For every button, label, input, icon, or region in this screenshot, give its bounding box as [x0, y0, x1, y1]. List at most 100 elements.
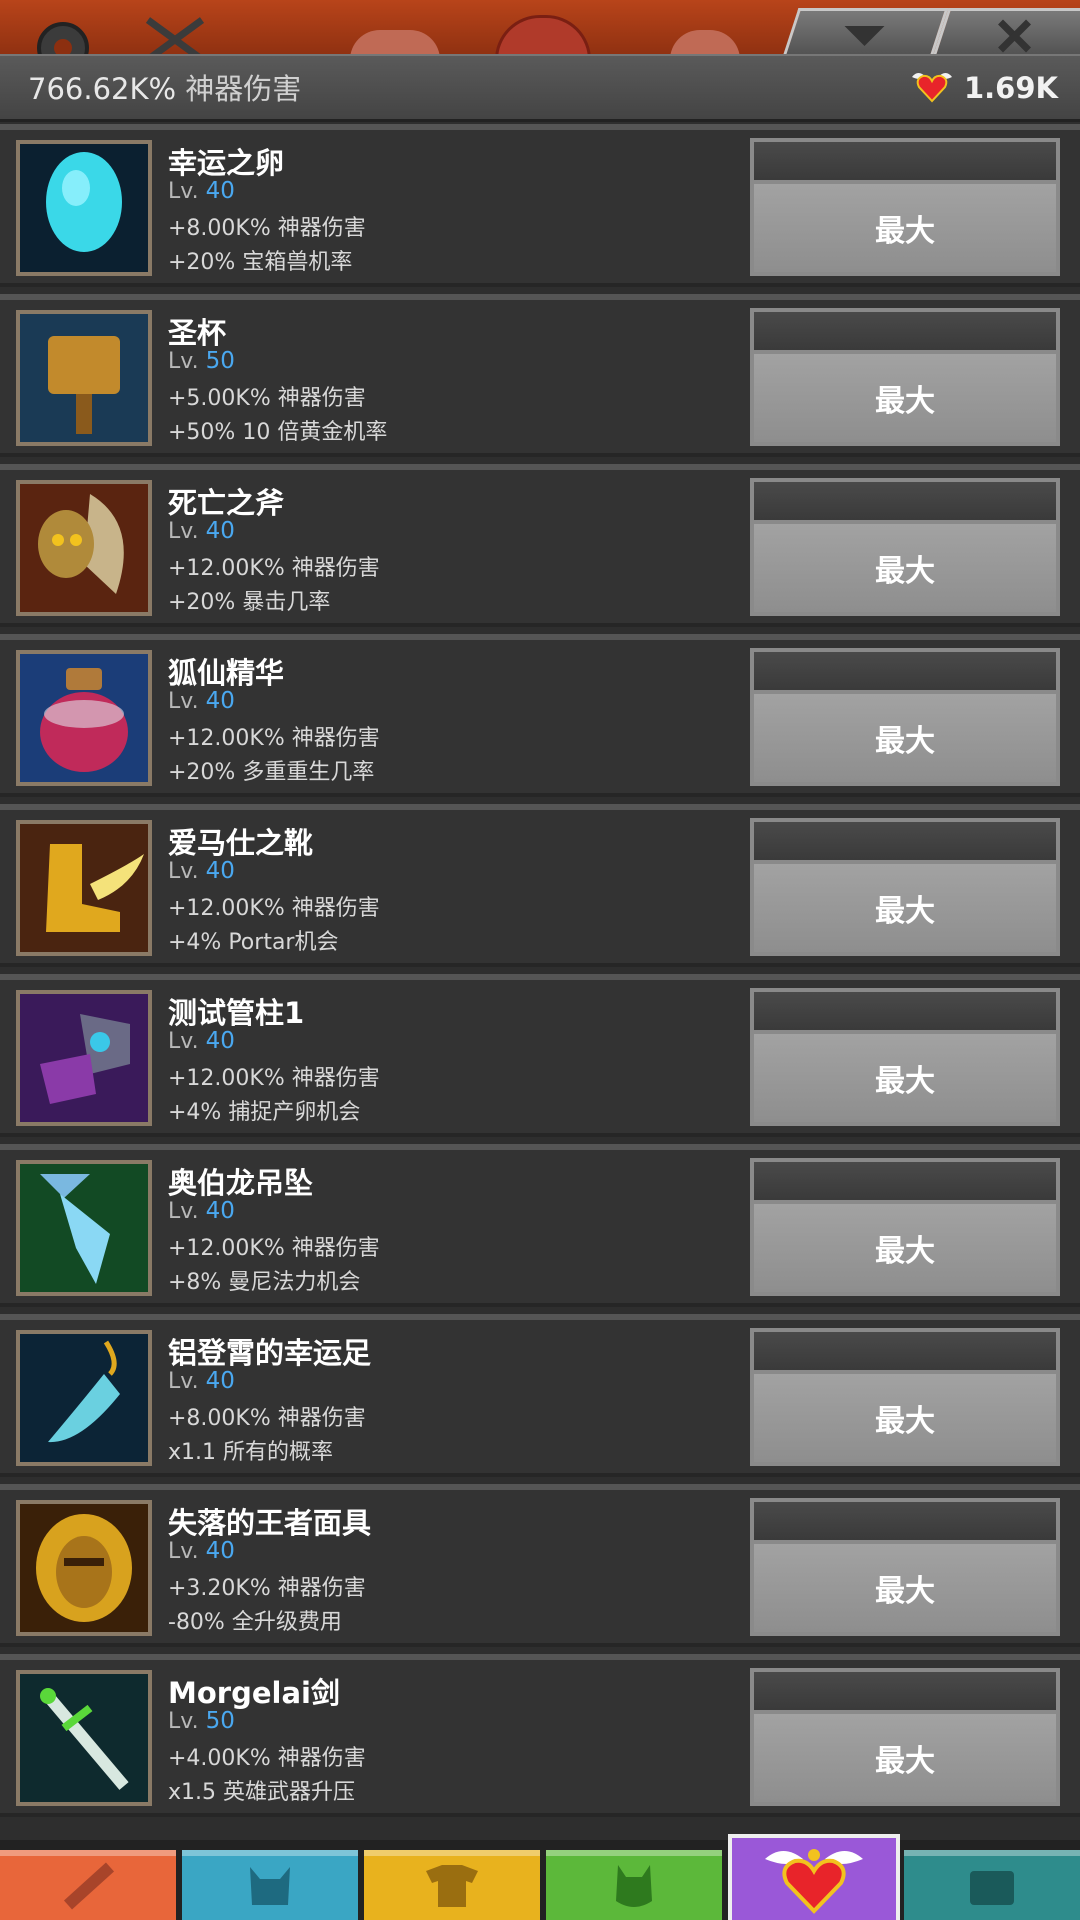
max-level-button[interactable]: 最大 — [750, 138, 1060, 276]
max-level-button[interactable]: 最大 — [750, 1328, 1060, 1466]
artifact-row: 幸运之卵 Lv. 40 +8.00K% 神器伤害 +20% 宝箱兽机率 最大 — [0, 124, 1080, 287]
max-level-button[interactable]: 最大 — [750, 818, 1060, 956]
artifact-bonus-effect: +20% 多重重生几率 — [168, 760, 375, 785]
artifact-name: 爱马仕之靴 — [168, 826, 314, 860]
max-level-button[interactable]: 最大 — [750, 308, 1060, 446]
progress-bar — [754, 1162, 1056, 1204]
progress-bar — [754, 1672, 1056, 1714]
chest-tab-icon — [962, 1861, 1022, 1915]
progress-bar — [754, 142, 1056, 184]
artifact-name: 幸运之卵 — [168, 146, 285, 180]
artifact-bonus-damage: +12.00K% 神器伤害 — [168, 896, 380, 921]
artifact-bonus-damage: +12.00K% 神器伤害 — [168, 1236, 380, 1261]
artifact-bonus-effect: +8% 曼尼法力机会 — [168, 1270, 361, 1295]
artifact-row: 爱马仕之靴 Lv. 40 +12.00K% 神器伤害 +4% Portar机会 … — [0, 804, 1080, 967]
max-label: 最大 — [754, 184, 1056, 272]
total-artifact-damage: 766.62K% 神器伤害 — [28, 66, 301, 108]
artifact-row: 测试管柱1 Lv. 40 +12.00K% 神器伤害 +4% 捕捉产卵机会 最大 — [0, 974, 1080, 1137]
tab-pets[interactable] — [546, 1850, 722, 1920]
artifact-level: Lv. 40 — [168, 688, 235, 714]
crossed-swords-icon[interactable] — [140, 8, 210, 60]
artifact-bonus-effect: x1.5 英雄武器升压 — [168, 1780, 356, 1805]
artifact-bonus-effect: +50% 10 倍黄金机率 — [168, 420, 388, 445]
tab-equipment[interactable] — [364, 1850, 540, 1920]
artifact-name: 死亡之斧 — [168, 486, 285, 520]
artifact-name: 失落的王者面具 — [168, 1506, 372, 1540]
artifact-row: 圣杯 Lv. 50 +5.00K% 神器伤害 +50% 10 倍黄金机率 最大 — [0, 294, 1080, 457]
sword-icon — [16, 1670, 152, 1806]
artifact-bonus-damage: +4.00K% 神器伤害 — [168, 1746, 366, 1771]
max-label: 最大 — [754, 1034, 1056, 1122]
artifacts-screen: 766.62K% 神器伤害 1.69K 幸运之卵 Lv. 40 +8.00K% … — [0, 0, 1080, 1920]
artifact-level: Lv. 40 — [168, 1198, 235, 1224]
max-level-button[interactable]: 最大 — [750, 648, 1060, 786]
artifact-list[interactable]: 幸运之卵 Lv. 40 +8.00K% 神器伤害 +20% 宝箱兽机率 最大 圣… — [0, 124, 1080, 1844]
winged-heart-icon — [910, 67, 954, 109]
artifact-row: 失落的王者面具 Lv. 40 +3.20K% 神器伤害 -80% 全升级费用 最… — [0, 1484, 1080, 1647]
tab-heroes[interactable] — [182, 1850, 358, 1920]
pet-tab-icon — [604, 1861, 664, 1915]
artifact-name: 圣杯 — [168, 316, 227, 350]
tab-shop[interactable] — [904, 1850, 1080, 1920]
max-level-button[interactable]: 最大 — [750, 988, 1060, 1126]
max-level-button[interactable]: 最大 — [750, 478, 1060, 616]
max-level-button[interactable]: 最大 — [750, 1498, 1060, 1636]
artifact-bonus-effect: +4% Portar机会 — [168, 930, 339, 955]
progress-bar — [754, 652, 1056, 694]
artifact-bonus-effect: +20% 宝箱兽机率 — [168, 250, 353, 275]
close-icon — [943, 11, 1080, 60]
currency-value: 1.69K — [963, 71, 1058, 105]
artifact-name: 奥伯龙吊坠 — [168, 1166, 314, 1200]
damage-label: 神器伤害 — [185, 72, 302, 106]
gauntlet-icon — [16, 990, 152, 1126]
artifact-bonus-damage: +12.00K% 神器伤害 — [168, 556, 380, 581]
tab-sword[interactable] — [0, 1850, 176, 1920]
collapse-tab[interactable] — [781, 8, 949, 60]
golden-mask-icon — [16, 1500, 152, 1636]
artifact-bonus-damage: +12.00K% 神器伤害 — [168, 726, 380, 751]
artifact-level: Lv. 40 — [168, 178, 235, 204]
artifact-name: 铝登霄的幸运足 — [168, 1336, 372, 1370]
max-label: 最大 — [754, 524, 1056, 612]
artifact-level: Lv. 40 — [168, 1028, 235, 1054]
egg-icon — [16, 140, 152, 276]
artifact-bonus-damage: +3.20K% 神器伤害 — [168, 1576, 366, 1601]
progress-bar — [754, 1502, 1056, 1544]
gear-icon[interactable] — [28, 8, 98, 60]
artifact-row: 狐仙精华 Lv. 40 +12.00K% 神器伤害 +20% 多重重生几率 最大 — [0, 634, 1080, 797]
potion-icon — [16, 650, 152, 786]
artifact-bonus-effect: -80% 全升级费用 — [168, 1610, 342, 1635]
artifact-level: Lv. 40 — [168, 518, 235, 544]
chalice-icon — [16, 310, 152, 446]
artifact-bonus-effect: +20% 暴击几率 — [168, 590, 331, 615]
relic-currency: 1.69K — [910, 64, 1058, 112]
tab-artifacts[interactable] — [728, 1834, 900, 1920]
progress-bar — [754, 992, 1056, 1034]
max-label: 最大 — [754, 1374, 1056, 1462]
artifact-level: Lv. 50 — [168, 1708, 235, 1734]
artifact-row: 死亡之斧 Lv. 40 +12.00K% 神器伤害 +20% 暴击几率 最大 — [0, 464, 1080, 627]
artifact-header: 766.62K% 神器伤害 1.69K — [0, 54, 1080, 122]
crystal-pendant-icon — [16, 1160, 152, 1296]
artifact-row: 铝登霄的幸运足 Lv. 40 +8.00K% 神器伤害 x1.1 所有的概率 最… — [0, 1314, 1080, 1477]
artifact-level: Lv. 40 — [168, 1538, 235, 1564]
progress-bar — [754, 822, 1056, 864]
down-arrow-icon — [793, 11, 937, 60]
artifact-bonus-damage: +5.00K% 神器伤害 — [168, 386, 366, 411]
progress-bar — [754, 312, 1056, 354]
max-label: 最大 — [754, 354, 1056, 442]
close-tab[interactable] — [931, 8, 1080, 60]
max-label: 最大 — [754, 864, 1056, 952]
artifact-level: Lv. 40 — [168, 858, 235, 884]
artifact-bonus-damage: +12.00K% 神器伤害 — [168, 1066, 380, 1091]
max-label: 最大 — [754, 1544, 1056, 1632]
max-level-button[interactable]: 最大 — [750, 1668, 1060, 1806]
artifact-tab-icon — [759, 1839, 869, 1919]
max-label: 最大 — [754, 1714, 1056, 1802]
axe-icon — [16, 480, 152, 616]
progress-bar — [754, 482, 1056, 524]
artifact-level: Lv. 50 — [168, 348, 235, 374]
artifact-bonus-effect: +4% 捕捉产卵机会 — [168, 1100, 361, 1125]
max-level-button[interactable]: 最大 — [750, 1158, 1060, 1296]
artifact-level: Lv. 40 — [168, 1368, 235, 1394]
